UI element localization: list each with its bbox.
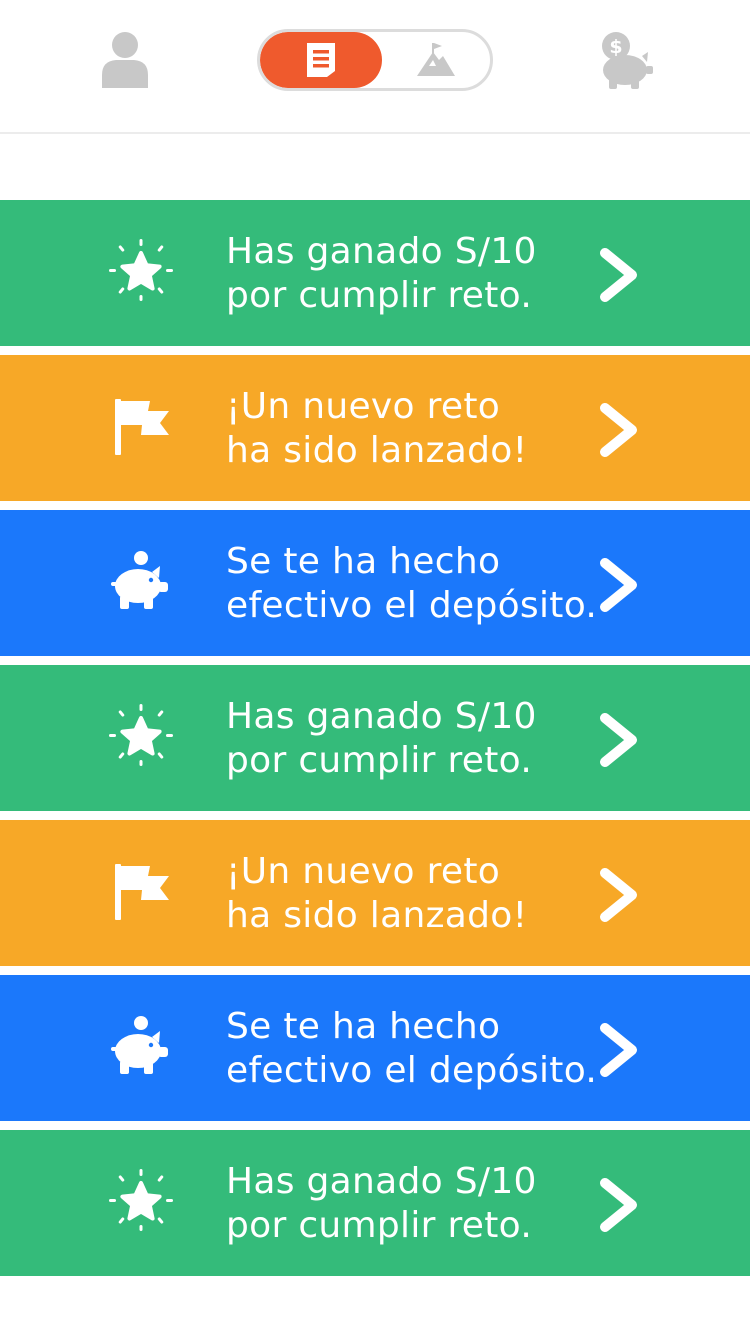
chevron-right-icon[interactable] [594,866,644,924]
notification-card-challenge[interactable]: ¡Un nuevo reto ha sido lanzado! [0,355,750,501]
chevron-right-icon[interactable] [594,1176,644,1234]
notification-list: Has ganado S/10 por cumplir reto. ¡Un nu… [0,200,750,1285]
notification-line-1: ¡Un nuevo reto [226,851,501,892]
notification-line-1: Se te ha hecho [226,1006,501,1047]
notification-card-deposit[interactable]: Se te ha hecho efectivo el depósito. [0,975,750,1121]
notification-line-2: ha sido lanzado! [226,430,528,471]
user-icon[interactable] [98,30,152,90]
notification-line-2: por cumplir reto. [226,275,533,316]
notification-text: ¡Un nuevo reto ha sido lanzado! [226,385,586,473]
chevron-right-icon[interactable] [594,401,644,459]
notification-card-reward[interactable]: Has ganado S/10 por cumplir reto. [0,665,750,811]
flag-icon [108,858,174,924]
notification-card-deposit[interactable]: Se te ha hecho efectivo el depósito. [0,510,750,656]
notification-line-1: Has ganado S/10 [226,696,537,737]
star-icon [108,703,174,769]
notification-text: Has ganado S/10 por cumplir reto. [226,1160,586,1248]
notification-text: Se te ha hecho efectivo el depósito. [226,540,598,628]
chevron-right-icon[interactable] [594,556,644,614]
view-toggle [257,29,493,91]
chevron-right-icon[interactable] [594,711,644,769]
star-icon [108,238,174,304]
notification-text: ¡Un nuevo reto ha sido lanzado! [226,850,586,938]
flag-icon [108,393,174,459]
notification-text: Has ganado S/10 por cumplir reto. [226,695,586,783]
notification-line-1: Has ganado S/10 [226,231,537,272]
piggy-bank-dollar-icon[interactable]: $ [596,30,654,90]
notification-line-2: efectivo el depósito. [226,585,598,626]
notification-line-1: Se te ha hecho [226,541,501,582]
notification-line-2: por cumplir reto. [226,1205,533,1246]
mountain-flag-icon [417,43,455,76]
notification-line-1: Has ganado S/10 [226,1161,537,1202]
notification-card-reward[interactable]: Has ganado S/10 por cumplir reto. [0,200,750,346]
notification-line-1: ¡Un nuevo reto [226,386,501,427]
document-list-icon [307,43,335,77]
chevron-right-icon[interactable] [594,246,644,304]
piggy-bank-icon [108,1013,174,1079]
star-icon [108,1168,174,1234]
toggle-list-view[interactable] [260,32,382,88]
toggle-challenges-view[interactable] [382,32,490,88]
notification-card-challenge[interactable]: ¡Un nuevo reto ha sido lanzado! [0,820,750,966]
notification-text: Has ganado S/10 por cumplir reto. [226,230,586,318]
notification-line-2: efectivo el depósito. [226,1050,598,1091]
top-navigation-bar: $ [0,0,750,134]
notification-line-2: ha sido lanzado! [226,895,528,936]
chevron-right-icon[interactable] [594,1021,644,1079]
notification-text: Se te ha hecho efectivo el depósito. [226,1005,598,1093]
svg-text:$: $ [609,36,622,58]
notification-line-2: por cumplir reto. [226,740,533,781]
piggy-bank-icon [108,548,174,614]
notification-card-reward[interactable]: Has ganado S/10 por cumplir reto. [0,1130,750,1276]
